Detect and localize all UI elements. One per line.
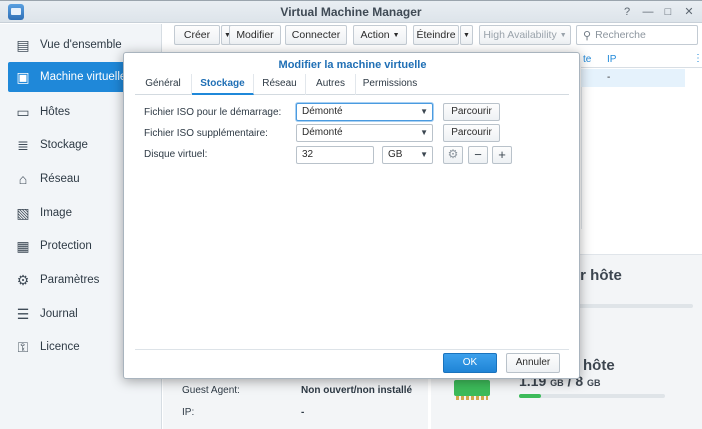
iso-boot-value: Démonté: [302, 106, 343, 117]
dialog-tabs: Général Stockage Réseau Autres Permissio…: [135, 74, 569, 95]
iso-extra-value: Démonté: [302, 127, 343, 138]
chevron-down-icon: ▼: [392, 31, 400, 39]
action-button[interactable]: Action ▼: [353, 25, 407, 45]
sidebar-item-label: Hôtes: [40, 106, 71, 118]
tab-general[interactable]: Général: [135, 74, 192, 95]
disk-size-input[interactable]: 32: [296, 146, 374, 164]
sidebar-item-label: Licence: [40, 341, 80, 353]
dialog-divider: [135, 349, 569, 350]
shutdown-dropdown-button[interactable]: ▼: [460, 25, 473, 45]
virtual-disk-label: Disque virtuel:: [144, 149, 208, 160]
license-icon: ⚿: [17, 338, 29, 355]
search-input[interactable]: ⚲ Recherche: [576, 25, 698, 45]
cancel-button[interactable]: Annuler: [506, 353, 560, 373]
protection-icon: ▦: [16, 237, 30, 254]
minimize-icon[interactable]: —: [641, 5, 655, 19]
tab-permissions[interactable]: Permissions: [356, 74, 424, 95]
high-availability-label: High Availability: [483, 29, 557, 41]
search-icon: ⚲: [583, 29, 592, 42]
settings-icon: ⚙: [16, 271, 30, 288]
table-row[interactable]: -: [581, 69, 685, 87]
virtual-machine-icon: ▣: [16, 68, 30, 85]
sidebar-item-label: Stockage: [40, 139, 88, 151]
dialog-title: Modifier la machine virtuelle: [278, 59, 427, 71]
iso-extra-label: Fichier ISO supplémentaire:: [144, 128, 268, 139]
high-availability-button[interactable]: High Availability ▼: [479, 25, 571, 45]
sidebar-item-label: Protection: [40, 240, 92, 252]
memory-usage-bar: [519, 394, 665, 398]
browse-iso-boot-button[interactable]: Parcourir: [443, 103, 500, 121]
memory-chip-icon: [454, 380, 490, 400]
overview-icon: ▤: [16, 36, 30, 53]
chevron-down-icon: ▼: [559, 31, 567, 39]
tab-others[interactable]: Autres: [306, 74, 356, 95]
memory-used-unit: GB: [550, 378, 564, 388]
network-icon: ⌂: [18, 171, 28, 187]
ip-value: -: [301, 407, 305, 418]
iso-boot-label: Fichier ISO pour le démarrage:: [144, 107, 282, 118]
grid-header: te IP ⋮: [581, 50, 702, 68]
memory-total-unit: GB: [587, 378, 601, 388]
title-bar: Virtual Machine Manager ? — □ ✕: [0, 1, 702, 23]
edit-button[interactable]: Modifier: [229, 25, 281, 45]
connect-button[interactable]: Connecter: [285, 25, 347, 45]
browse-iso-extra-button[interactable]: Parcourir: [443, 124, 500, 142]
row-ip: -: [607, 72, 611, 83]
memory-usage-fill: [519, 394, 541, 398]
ip-label: IP:: [182, 407, 195, 418]
disk-unit-value: GB: [388, 149, 403, 160]
hosts-icon: ▭: [16, 103, 30, 120]
help-icon[interactable]: ?: [620, 5, 634, 19]
sidebar-item-label: Réseau: [40, 173, 80, 185]
tab-storage[interactable]: Stockage: [192, 74, 254, 95]
shutdown-button[interactable]: Éteindre: [413, 25, 459, 45]
sidebar-item-label: Paramètres: [40, 274, 100, 286]
window-title: Virtual Machine Manager: [280, 5, 422, 19]
storage-icon: ≣: [17, 136, 29, 153]
disk-settings-gear-icon[interactable]: ⚙: [443, 146, 463, 164]
log-icon: ☰: [16, 305, 30, 322]
sidebar-item-label: Journal: [40, 308, 78, 320]
ok-button[interactable]: OK: [443, 353, 497, 373]
memory-summary-title: hôte: [583, 357, 615, 374]
search-placeholder: Recherche: [595, 29, 646, 41]
sidebar-item-label: Vue d'ensemble: [40, 39, 122, 51]
toolbar: Créer ▼ Modifier Connecter Action ▼ Étein…: [163, 24, 702, 46]
remove-disk-button[interactable]: −: [468, 146, 488, 164]
chevron-down-icon: ▼: [420, 150, 428, 159]
vm-details-panel: Guest Agent: Non ouvert/non installé IP:…: [163, 374, 428, 429]
app-window: Virtual Machine Manager ? — □ ✕ ▤ Vue d'…: [0, 0, 702, 429]
column-options-icon[interactable]: ⋮: [693, 53, 702, 64]
grid-body: [581, 69, 702, 229]
create-button[interactable]: Créer: [174, 25, 220, 45]
chevron-down-icon: ▼: [463, 31, 470, 39]
guest-agent-label: Guest Agent:: [182, 385, 240, 396]
sidebar-item-label: Image: [40, 207, 72, 219]
column-header-ip[interactable]: IP: [607, 54, 616, 65]
tab-network[interactable]: Réseau: [254, 74, 306, 95]
maximize-icon[interactable]: □: [661, 5, 675, 19]
disk-unit-select[interactable]: GB ▼: [382, 146, 433, 164]
chevron-down-icon: ▼: [420, 107, 428, 116]
add-disk-button[interactable]: +: [492, 146, 512, 164]
close-icon[interactable]: ✕: [682, 5, 696, 19]
sidebar-item-label: Machine virtuelle: [40, 71, 127, 83]
action-button-label: Action: [360, 29, 390, 41]
guest-agent-value: Non ouvert/non installé: [301, 385, 413, 396]
chevron-down-icon: ▼: [420, 128, 428, 137]
image-icon: ▧: [16, 204, 30, 221]
column-header[interactable]: te: [583, 54, 591, 65]
iso-extra-select[interactable]: Démonté ▼: [296, 124, 433, 142]
iso-boot-select[interactable]: Démonté ▼: [296, 103, 433, 121]
edit-vm-dialog: Modifier la machine virtuelle Général St…: [123, 52, 580, 379]
